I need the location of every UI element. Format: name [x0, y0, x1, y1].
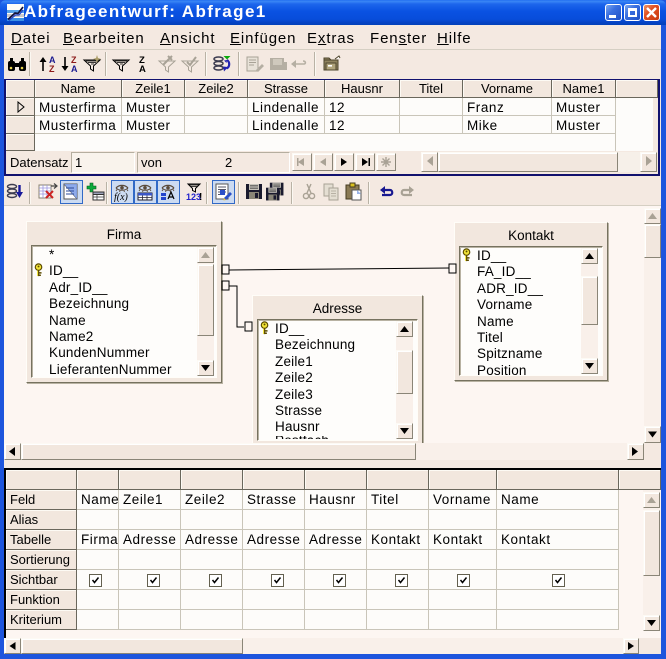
svg-text:A: A — [71, 64, 78, 74]
svg-text:Z: Z — [49, 64, 55, 74]
svg-text:f(x): f(x) — [114, 192, 129, 202]
svg-text:!: ! — [199, 192, 202, 202]
svg-text:A: A — [139, 64, 146, 74]
